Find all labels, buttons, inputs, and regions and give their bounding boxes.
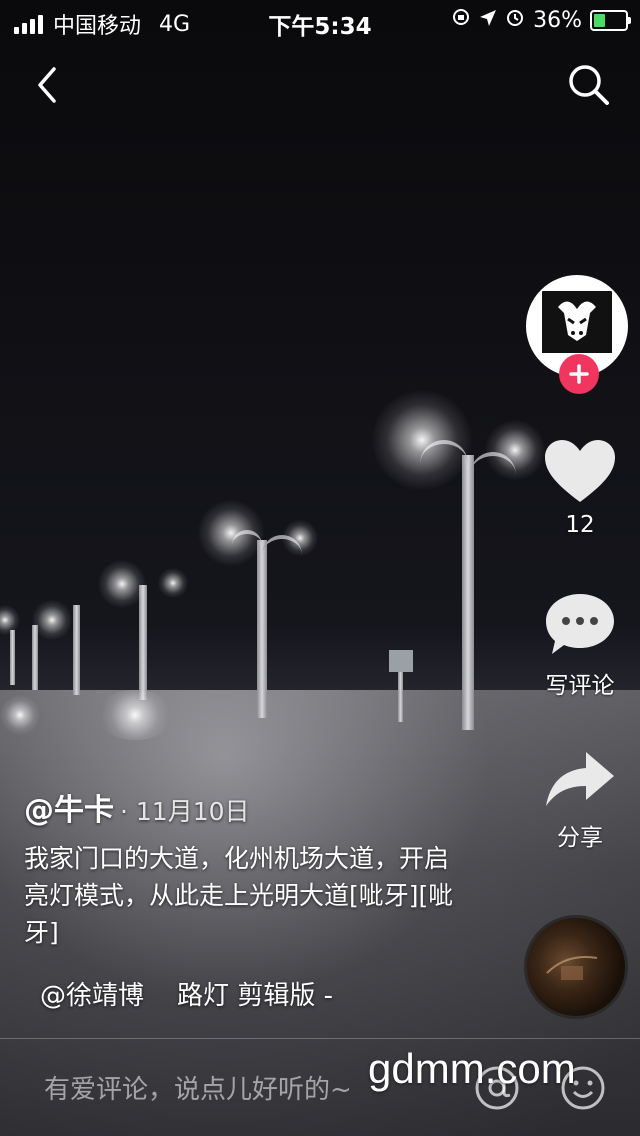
rotation-lock-icon	[451, 7, 471, 33]
share-arrow-icon	[546, 752, 614, 806]
plus-icon	[569, 364, 589, 384]
lamp-glow	[282, 520, 318, 556]
battery-icon	[590, 9, 631, 31]
lamp-pole	[73, 605, 80, 695]
like-button[interactable]: 12	[530, 438, 630, 538]
chevron-left-icon	[38, 67, 56, 103]
back-button[interactable]	[22, 60, 72, 110]
search-button[interactable]	[564, 60, 614, 110]
lamp-pole	[139, 585, 147, 700]
comment-button[interactable]: 写评论	[530, 590, 630, 700]
lamp-pole	[10, 630, 15, 685]
author-name[interactable]: @牛卡	[24, 793, 114, 828]
lamp-glow	[198, 500, 264, 566]
alarm-icon	[505, 7, 525, 33]
post-author-line: @牛卡 · 11月10日	[24, 785, 250, 829]
comment-input[interactable]: 有爱评论，说点儿好听的~	[44, 1069, 352, 1106]
share-label: 分享	[557, 825, 603, 851]
lamp-pole	[32, 625, 38, 690]
music-disc[interactable]	[524, 915, 628, 1019]
post-caption: 我家门口的大道，化州机场大道，开启亮灯模式，从此走上光明大道[呲牙][呲牙]	[24, 844, 454, 947]
search-icon	[569, 65, 609, 105]
lamp-glow	[0, 605, 20, 635]
album-art-icon	[546, 956, 598, 980]
road-sign-post	[398, 672, 403, 722]
car-headlight	[95, 690, 175, 740]
battery-percent: 36%	[533, 7, 582, 33]
road-sign	[389, 650, 413, 672]
watermark: gdmm.com	[368, 1045, 576, 1092]
share-button[interactable]: 分享	[530, 748, 630, 852]
follow-button[interactable]	[559, 354, 599, 394]
heart-icon	[545, 440, 615, 502]
lamp-glow	[372, 390, 472, 490]
status-bar: 中国移动 4G 下午5:34 36%	[0, 0, 640, 40]
car-headlight	[0, 695, 40, 735]
lamp-pole	[257, 540, 267, 718]
music-title[interactable]: @徐靖博 路灯 剪辑版 -	[40, 975, 333, 1012]
lamp-glow	[98, 560, 146, 608]
comment-label: 写评论	[545, 673, 615, 699]
like-count: 12	[565, 512, 595, 538]
lamp-pole	[462, 455, 474, 730]
lamp-glow	[158, 568, 188, 598]
lamp-glow	[32, 600, 72, 640]
location-icon	[479, 8, 497, 33]
post-date: · 11月10日	[120, 797, 250, 826]
comment-bubble-icon	[546, 594, 614, 654]
